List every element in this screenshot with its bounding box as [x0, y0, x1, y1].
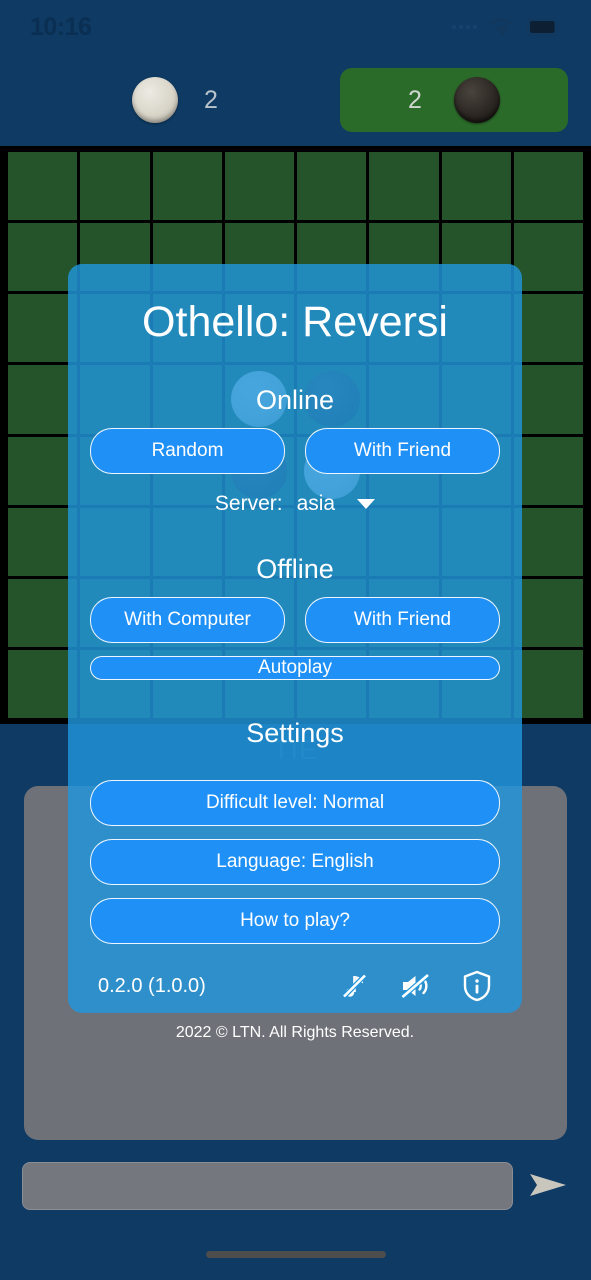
offline-with-friend-button[interactable]: With Friend — [305, 597, 500, 644]
board-cell[interactable] — [152, 152, 222, 221]
board-cell[interactable] — [513, 294, 583, 363]
dialog-title: Othello: Reversi — [142, 298, 448, 346]
offline-autoplay-button[interactable]: Autoplay — [90, 656, 500, 681]
server-row: Server: asia — [90, 492, 500, 516]
board-cell[interactable] — [513, 436, 583, 505]
white-score: 2 — [204, 85, 218, 114]
offline-buttons: With Computer With Friend — [90, 597, 500, 644]
version-label: 0.2.0 (1.0.0) — [98, 974, 206, 997]
status-indicators — [452, 17, 561, 37]
home-indicator — [205, 1251, 386, 1258]
footer-icons — [340, 970, 492, 1002]
white-disc-icon — [132, 77, 178, 123]
online-random-button[interactable]: Random — [90, 428, 285, 475]
board-cell[interactable] — [369, 152, 439, 221]
send-icon — [528, 1170, 568, 1203]
server-value: asia — [296, 492, 336, 516]
music-note-off-icon[interactable] — [340, 971, 370, 1001]
language-button[interactable]: Language: English — [90, 839, 500, 886]
board-cell[interactable] — [80, 152, 150, 221]
send-button[interactable] — [527, 1165, 569, 1207]
score-black-active: 2 — [340, 68, 568, 132]
offline-section-heading: Offline — [256, 554, 334, 585]
server-select[interactable]: asia — [297, 492, 376, 516]
online-with-friend-button[interactable]: With Friend — [305, 428, 500, 475]
settings-section-heading: Settings — [246, 718, 344, 749]
board-cell[interactable] — [513, 649, 583, 718]
dialog-footer: 0.2.0 (1.0.0) — [90, 970, 500, 1002]
black-disc-icon — [453, 77, 500, 123]
online-buttons: Random With Friend — [90, 428, 500, 475]
score-bar: 2 2 — [0, 54, 591, 146]
chat-input-row — [0, 1158, 591, 1214]
board-cell[interactable] — [224, 152, 294, 221]
online-section-heading: Online — [255, 385, 335, 416]
board-cell[interactable] — [8, 436, 78, 505]
board-cell[interactable] — [513, 152, 583, 221]
board-cell[interactable] — [513, 223, 583, 292]
signal-dots-icon — [452, 25, 477, 29]
server-label: Server: — [214, 492, 283, 516]
how-to-play-button[interactable]: How to play? — [90, 898, 500, 945]
chat-input[interactable] — [22, 1162, 513, 1210]
board-cell[interactable] — [513, 578, 583, 647]
board-cell[interactable] — [8, 365, 78, 434]
board-cell[interactable] — [8, 223, 78, 292]
board-cell[interactable] — [8, 294, 78, 363]
main-menu-dialog: Othello: Reversi Online Random With Frie… — [68, 264, 522, 1041]
board-cell[interactable] — [441, 152, 511, 221]
board-cell[interactable] — [513, 507, 583, 576]
score-white: 2 — [122, 68, 262, 132]
status-time: 10:16 — [30, 12, 92, 41]
status-bar: 10:16 — [0, 0, 591, 54]
board-cell[interactable] — [8, 578, 78, 647]
board-cell[interactable] — [8, 507, 78, 576]
settings-buttons: Difficult level: Normal Language: Englis… — [90, 767, 500, 945]
board-cell[interactable] — [513, 365, 583, 434]
wifi-icon — [489, 17, 515, 37]
board-cell[interactable] — [8, 649, 78, 718]
difficulty-button[interactable]: Difficult level: Normal — [90, 780, 500, 827]
offline-with-computer-button[interactable]: With Computer — [90, 597, 285, 644]
black-score: 2 — [408, 85, 422, 114]
volume-off-icon[interactable] — [400, 971, 432, 1001]
board-cell[interactable] — [8, 152, 78, 221]
board-cell[interactable] — [297, 152, 367, 221]
battery-full-icon — [527, 18, 561, 36]
copyright-text: 2022 © LTN. All Rights Reserved. — [175, 1024, 415, 1042]
info-shield-icon[interactable] — [462, 970, 492, 1002]
chevron-down-icon — [357, 499, 376, 510]
